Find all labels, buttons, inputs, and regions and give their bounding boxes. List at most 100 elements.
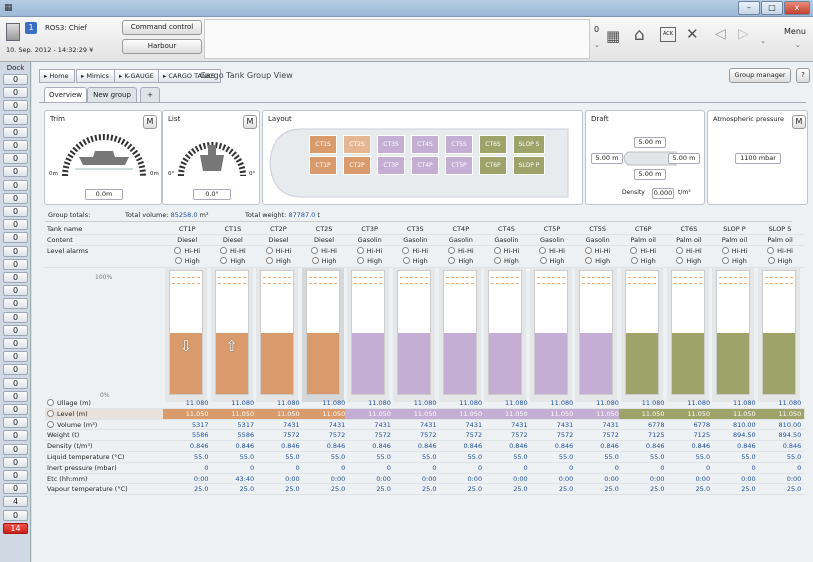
layout-tank[interactable]: CT1S [309, 135, 337, 154]
layout-tank[interactable]: CT6P [479, 156, 507, 175]
dock-counter[interactable]: 0 [3, 87, 28, 99]
dock-counter[interactable]: 0 [3, 285, 28, 297]
alarm-hihi-radio[interactable] [265, 246, 273, 254]
tab-overview[interactable]: Overview [44, 87, 87, 102]
layout-tank[interactable]: CT5S [445, 135, 473, 154]
help-button[interactable]: ? [796, 68, 810, 83]
tank-gauge[interactable] [260, 270, 295, 395]
layout-tank[interactable]: CT2S [343, 135, 371, 154]
tank-gauge[interactable]: ⇧ [214, 270, 249, 395]
tank-gauge[interactable] [579, 270, 614, 395]
dock-counter[interactable]: 0 [3, 166, 28, 178]
alarm-high-radio[interactable] [220, 256, 228, 264]
dock-counter[interactable]: 0 [3, 311, 28, 323]
nav-dropdown-icon[interactable]: ⌄ [760, 37, 766, 45]
alarm-hihi-radio[interactable] [356, 246, 364, 254]
tab-add[interactable]: + [140, 87, 160, 102]
breadcrumb-item[interactable]: ▸ Home [39, 69, 75, 83]
tank-gauge[interactable] [716, 270, 751, 395]
dock-counter[interactable]: 0 [3, 430, 28, 442]
alarm-hihi-radio[interactable] [767, 246, 775, 254]
alarm-hihi-radio[interactable] [675, 246, 683, 254]
forward-arrow-icon[interactable]: ▷ [738, 26, 749, 42]
alarm-high-radio[interactable] [630, 256, 638, 264]
dock-counter[interactable]: 0 [3, 192, 28, 204]
dock-counter[interactable]: 0 [3, 74, 28, 85]
alarm-high-radio[interactable] [767, 256, 775, 264]
dock-counter[interactable]: 14 [3, 522, 28, 534]
alarm-high-radio[interactable] [676, 256, 684, 264]
alarm-hihi-radio[interactable] [402, 246, 410, 254]
dock-counter[interactable]: 0 [3, 417, 28, 429]
alarm-high-radio[interactable] [721, 256, 729, 264]
dock-counter[interactable]: 0 [3, 232, 28, 244]
tab-new-group[interactable]: New group [87, 87, 137, 102]
alarm-hihi-radio[interactable] [311, 246, 319, 254]
dock-counter[interactable]: 0 [3, 113, 28, 125]
alarm-high-radio[interactable] [402, 256, 410, 264]
dock-counter[interactable]: 0 [3, 272, 28, 283]
layout-tank[interactable]: CT6S [479, 135, 507, 154]
layout-tank[interactable]: SLOP S [513, 135, 545, 154]
tank-gauge[interactable] [305, 270, 340, 395]
dock-counter[interactable]: 0 [3, 404, 28, 415]
alarm-hihi-radio[interactable] [584, 246, 592, 254]
tank-gauge[interactable] [625, 270, 659, 395]
alarm-high-radio[interactable] [357, 256, 365, 264]
dock-counter[interactable]: 0 [3, 338, 28, 349]
alarm-hihi-radio[interactable] [447, 246, 455, 254]
row-label[interactable]: Ullage (m) [47, 398, 91, 409]
tank-gauge[interactable] [670, 270, 705, 395]
row-radio[interactable] [47, 420, 54, 428]
datetime[interactable]: 10. Sep. 2012 - 14:32:29 ¥ [6, 46, 93, 54]
tank-gauge[interactable]: ⇩ [169, 270, 203, 395]
alarm-hihi-radio[interactable] [539, 246, 547, 254]
silence-icon[interactable]: ✕ [686, 25, 699, 43]
alarm-list-icon[interactable]: ▦ [606, 27, 620, 45]
alarm-scroll-icon[interactable]: ⌄ [594, 41, 600, 49]
dock-counter[interactable]: 0 [3, 219, 28, 231]
alarm-hihi-radio[interactable] [219, 246, 227, 254]
dock-counter[interactable]: 0 [3, 206, 28, 217]
maximize-button[interactable]: □ [761, 1, 783, 15]
alarm-high-radio[interactable] [585, 256, 593, 264]
group-manager-button[interactable]: Group manager [729, 68, 791, 83]
dock-counter[interactable]: 0 [3, 324, 28, 336]
alarm-high-radio[interactable] [448, 256, 456, 264]
layout-tank[interactable]: CT4P [411, 156, 439, 175]
harbour-button[interactable]: Harbour [122, 39, 202, 54]
layout-tank[interactable]: CT5P [445, 156, 473, 175]
breadcrumb-item[interactable]: ▸ K-GAUGE [114, 69, 160, 83]
list-mode-button[interactable]: M [243, 115, 257, 129]
minimize-button[interactable]: – [738, 1, 760, 15]
close-button[interactable]: x [784, 1, 810, 15]
dock-counter[interactable]: 0 [3, 153, 28, 165]
command-control-button[interactable]: Command control [122, 20, 202, 35]
dock-counter[interactable]: 0 [3, 377, 28, 389]
alarm-high-radio[interactable] [539, 256, 547, 264]
dock-counter[interactable]: 0 [3, 245, 28, 257]
alarm-hihi-radio[interactable] [493, 246, 501, 254]
dock-counter[interactable]: 0 [3, 443, 28, 455]
layout-tank[interactable]: SLOP P [513, 156, 545, 175]
layout-tank[interactable]: CT4S [411, 135, 439, 154]
dock-counter[interactable]: 4 [3, 496, 28, 508]
layout-tank[interactable]: CT3S [377, 135, 405, 154]
dock-counter[interactable]: 0 [3, 100, 28, 112]
tank-gauge[interactable] [761, 270, 796, 395]
trim-mode-button[interactable]: M [143, 115, 157, 129]
dock-counter[interactable]: 0 [3, 298, 28, 310]
row-radio[interactable] [47, 409, 54, 417]
alarm-hihi-radio[interactable] [721, 246, 729, 254]
dock-counter[interactable]: 0 [3, 509, 28, 521]
dock-counter[interactable]: 0 [3, 456, 28, 468]
dock-counter[interactable]: 0 [3, 351, 28, 363]
back-arrow-icon[interactable]: ◁ [715, 26, 726, 42]
alarm-high-radio[interactable] [174, 256, 182, 264]
alarm-high-radio[interactable] [493, 256, 501, 264]
home-icon[interactable]: ⌂ [634, 25, 645, 45]
row-label[interactable]: Volume (m³) [47, 420, 97, 431]
dock-counter[interactable]: 0 [3, 483, 28, 495]
alarm-high-radio[interactable] [265, 256, 273, 264]
acknowledge-icon[interactable]: ACK [660, 27, 676, 42]
